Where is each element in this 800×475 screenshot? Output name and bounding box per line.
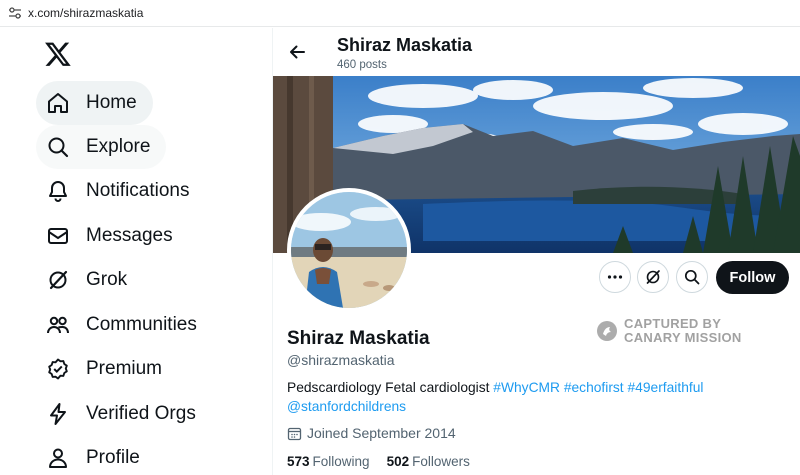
sidebar-item-verified-orgs[interactable]: Verified Orgs [36, 392, 212, 436]
hashtag-link[interactable]: #echofirst [564, 380, 624, 395]
home-icon [46, 91, 70, 115]
sidebar: Home Explore Notifications Messages Grok… [0, 28, 272, 475]
profile-handle: @shirazmaskatia [287, 352, 395, 368]
sidebar-item-label: Communities [86, 314, 197, 335]
person-icon [46, 446, 70, 470]
sidebar-item-profile[interactable]: Profile [36, 436, 156, 475]
grok-icon [646, 270, 660, 284]
profile-name: Shiraz Maskatia [287, 328, 430, 349]
sidebar-item-label: Grok [86, 269, 128, 290]
watermark-line-1: CAPTURED BY [624, 316, 722, 331]
lightning-icon [46, 402, 70, 426]
sidebar-item-communities[interactable]: Communities [36, 303, 213, 347]
sidebar-item-messages[interactable]: Messages [36, 214, 189, 258]
watermark-text: CAPTURED BY CANARY MISSION [624, 317, 742, 345]
following-count: 573 [287, 454, 310, 469]
search-icon [684, 269, 700, 285]
site-settings-icon[interactable] [8, 7, 22, 19]
sidebar-item-explore[interactable]: Explore [36, 125, 167, 169]
profile-avatar[interactable] [287, 188, 411, 312]
profile-join-date: Joined September 2014 [287, 425, 456, 441]
bell-icon [46, 179, 70, 203]
search-profile-button[interactable] [676, 261, 708, 293]
watermark-line-2: CANARY MISSION [624, 330, 742, 345]
sidebar-item-home[interactable]: Home [36, 81, 153, 125]
verified-badge-icon [46, 357, 70, 381]
calendar-icon [287, 427, 302, 440]
followers-link[interactable]: 502 Followers [387, 454, 470, 469]
bio-text: Pedscardiology Fetal cardiologist [287, 380, 494, 395]
sidebar-item-label: Verified Orgs [86, 403, 196, 424]
more-dots-icon [607, 275, 623, 279]
sidebar-item-label: Profile [86, 447, 140, 468]
profile-header-bar: Shiraz Maskatia 460 posts [273, 28, 800, 76]
canary-logo-icon [597, 321, 617, 341]
follow-stats: 573 Following 502 Followers [287, 454, 487, 469]
hashtag-link[interactable]: #WhyCMR [493, 380, 560, 395]
search-icon [46, 135, 70, 159]
followers-count: 502 [386, 454, 410, 469]
sidebar-item-label: Home [86, 92, 137, 113]
profile-bio: Pedscardiology Fetal cardiologist #WhyCM… [287, 378, 757, 416]
joined-text: Joined September 2014 [307, 425, 456, 441]
sidebar-item-label: Messages [86, 225, 173, 246]
back-arrow-icon[interactable] [287, 42, 307, 62]
more-options-button[interactable] [599, 261, 631, 293]
people-icon [46, 313, 70, 337]
envelope-icon [46, 224, 70, 248]
sidebar-item-notifications[interactable]: Notifications [36, 169, 206, 213]
following-link[interactable]: 573 Following [287, 454, 370, 469]
followers-label: Followers [412, 454, 470, 469]
sidebar-item-label: Premium [86, 358, 163, 379]
profile-column: Shiraz Maskatia 460 posts Follow CAPTURE… [273, 28, 800, 475]
canary-mission-watermark: CAPTURED BY CANARY MISSION [596, 317, 742, 345]
mention-link[interactable]: @stanfordchildrens [287, 399, 406, 414]
grok-icon [46, 268, 70, 292]
sidebar-item-grok[interactable]: Grok [36, 258, 143, 302]
header-name: Shiraz Maskatia [337, 35, 473, 55]
follow-button[interactable]: Follow [716, 261, 789, 294]
header-post-count: 460 posts [337, 59, 387, 71]
hashtag-link[interactable]: #49erfaithful [628, 380, 704, 395]
sidebar-item-label: Notifications [86, 180, 190, 201]
grok-button[interactable] [637, 261, 669, 293]
x-logo-icon[interactable] [44, 40, 72, 68]
sidebar-item-premium[interactable]: Premium [36, 347, 178, 391]
sidebar-item-label: Explore [86, 136, 151, 157]
url-text[interactable]: x.com/shirazmaskatia [28, 6, 143, 20]
browser-url-bar[interactable]: x.com/shirazmaskatia [0, 0, 800, 27]
following-label: Following [312, 454, 370, 469]
